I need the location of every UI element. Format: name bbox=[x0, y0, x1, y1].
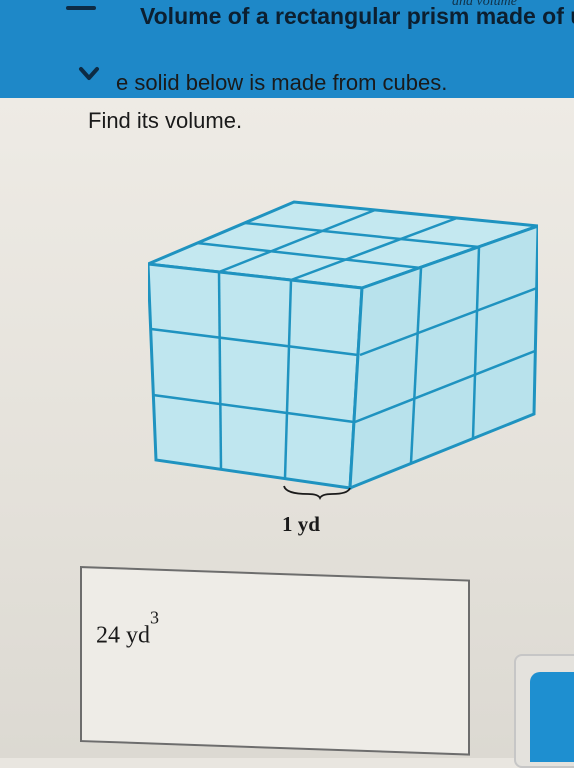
chevron-down-icon bbox=[79, 67, 99, 80]
question-instruction: Find its volume. bbox=[88, 108, 243, 133]
collapse-button[interactable] bbox=[60, 60, 116, 90]
answer-number: 24 yd bbox=[96, 622, 150, 649]
cube-prism-figure bbox=[148, 200, 538, 501]
check-button[interactable] bbox=[530, 672, 574, 762]
answer-value: 24 yd3 bbox=[96, 608, 159, 650]
prism-front-face bbox=[148, 262, 364, 490]
question-text: e solid below is made from cubes. bbox=[116, 70, 448, 95]
answer-exponent: 3 bbox=[150, 607, 159, 628]
answer-input[interactable]: 24 yd3 bbox=[80, 566, 470, 756]
page-title: Volume of a rectangular prism made of u bbox=[140, 3, 574, 29]
unit-label: 1 yd bbox=[282, 512, 320, 536]
menu-icon[interactable] bbox=[66, 6, 96, 10]
